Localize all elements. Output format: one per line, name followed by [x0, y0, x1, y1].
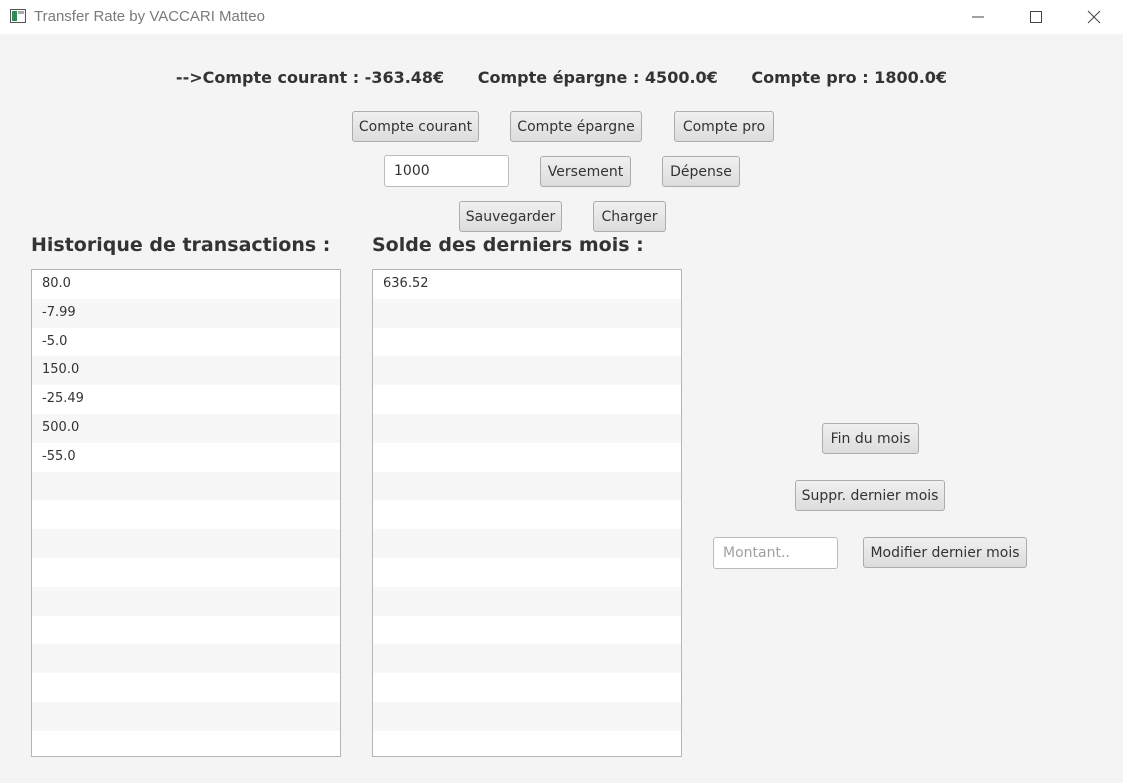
- minimize-icon: [972, 16, 984, 18]
- maximize-button[interactable]: [1007, 0, 1065, 34]
- list-item[interactable]: [373, 500, 681, 530]
- balance-courant: -->Compte courant : -363.48€: [175, 68, 445, 87]
- window-title: Transfer Rate by VACCARI Matteo: [34, 8, 265, 25]
- depense-button[interactable]: Dépense: [662, 156, 740, 187]
- list-item[interactable]: [373, 385, 681, 414]
- compte-epargne-button[interactable]: Compte épargne: [510, 111, 642, 142]
- list-item[interactable]: [373, 327, 681, 357]
- list-item[interactable]: [32, 730, 340, 756]
- versement-button[interactable]: Versement: [540, 156, 631, 187]
- list-item[interactable]: [373, 644, 681, 674]
- list-item[interactable]: [373, 701, 681, 731]
- list-item[interactable]: [373, 298, 681, 328]
- list-item[interactable]: -5.0: [32, 327, 340, 357]
- minimize-button[interactable]: [949, 0, 1007, 34]
- list-item[interactable]: [373, 586, 681, 616]
- balance-epargne: Compte épargne : 4500.0€: [477, 68, 718, 87]
- list-item[interactable]: [373, 356, 681, 386]
- list-item[interactable]: [32, 701, 340, 731]
- list-item[interactable]: [373, 471, 681, 501]
- monthly-heading: Solde des derniers mois :: [372, 234, 644, 256]
- balance-pro: Compte pro : 1800.0€: [751, 68, 948, 87]
- list-item[interactable]: [32, 615, 340, 645]
- list-item[interactable]: [373, 615, 681, 645]
- list-item[interactable]: 636.52: [373, 270, 681, 299]
- title-bar: Transfer Rate by VACCARI Matteo: [0, 0, 1123, 34]
- balances-line: -->Compte courant : -363.48€ Compte épar…: [0, 68, 1123, 87]
- save-button[interactable]: Sauvegarder: [459, 201, 562, 232]
- list-item[interactable]: [373, 557, 681, 587]
- end-month-button[interactable]: Fin du mois: [822, 423, 919, 454]
- app-icon: [10, 9, 26, 23]
- list-item[interactable]: 150.0: [32, 356, 340, 386]
- compte-pro-button[interactable]: Compte pro: [674, 111, 774, 142]
- list-item[interactable]: [32, 471, 340, 501]
- compte-courant-button[interactable]: Compte courant: [352, 111, 479, 142]
- list-item[interactable]: [32, 529, 340, 558]
- list-item[interactable]: [373, 673, 681, 702]
- close-button[interactable]: [1065, 0, 1123, 34]
- list-item[interactable]: 500.0: [32, 413, 340, 443]
- transactions-list[interactable]: 80.0 -7.99 -5.0 150.0 -25.49 500.0 -55.0: [31, 269, 341, 757]
- maximize-icon: [1030, 11, 1042, 23]
- close-icon: [1087, 10, 1101, 24]
- list-item[interactable]: 80.0: [32, 270, 340, 299]
- list-item[interactable]: [373, 730, 681, 756]
- list-item[interactable]: [373, 529, 681, 558]
- delete-last-month-button[interactable]: Suppr. dernier mois: [795, 480, 945, 511]
- amount-input[interactable]: [384, 155, 509, 187]
- list-item[interactable]: [32, 557, 340, 587]
- list-item[interactable]: [32, 586, 340, 616]
- list-item[interactable]: [32, 673, 340, 702]
- transactions-heading: Historique de transactions :: [31, 234, 331, 256]
- list-item[interactable]: [32, 644, 340, 674]
- list-item[interactable]: -7.99: [32, 298, 340, 328]
- list-item[interactable]: [373, 413, 681, 443]
- list-item[interactable]: [32, 500, 340, 530]
- month-amount-input[interactable]: [713, 537, 838, 569]
- load-button[interactable]: Charger: [593, 201, 666, 232]
- modify-last-month-button[interactable]: Modifier dernier mois: [863, 537, 1027, 568]
- list-item[interactable]: -25.49: [32, 385, 340, 414]
- list-item[interactable]: [373, 442, 681, 472]
- list-item[interactable]: -55.0: [32, 442, 340, 472]
- monthly-balance-list[interactable]: 636.52: [372, 269, 682, 757]
